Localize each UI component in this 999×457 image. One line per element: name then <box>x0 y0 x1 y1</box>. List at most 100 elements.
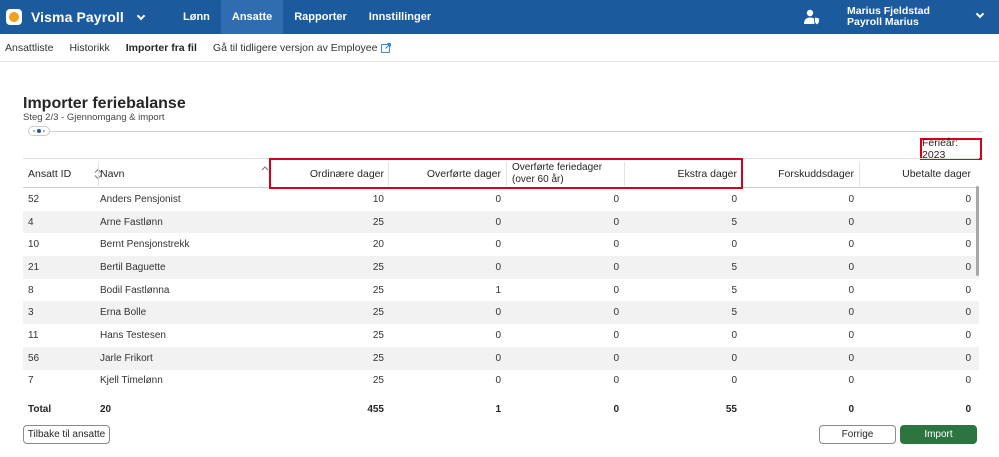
user-shield-icon[interactable] <box>803 8 821 26</box>
table-row: 7 Kjell Timelønn 25 0 0 0 0 0 <box>23 370 979 393</box>
holiday-balance-table: Ansatt ID Navn Ordinære dager Overførte … <box>23 158 979 423</box>
table-cell: 5 <box>731 216 737 228</box>
previous-button[interactable]: Forrige <box>819 425 896 444</box>
app-switcher[interactable]: Visma Payroll <box>6 6 146 28</box>
table-cell: 0 <box>965 261 971 273</box>
subnav-item-ansattliste[interactable]: Ansattliste <box>5 42 53 54</box>
chevron-down-icon[interactable] <box>975 9 985 19</box>
table-cell: 0 <box>965 193 971 205</box>
nav-item-ansatte[interactable]: Ansatte <box>220 0 284 34</box>
column-header-navn[interactable]: Navn <box>100 159 250 189</box>
table-cell: 0 <box>848 329 854 341</box>
main-nav: Lønn Ansatte Rapporter Innstillinger <box>172 0 442 34</box>
table-cell: 0 <box>848 239 854 251</box>
top-bar: Visma Payroll Lønn Ansatte Rapporter Inn… <box>0 0 999 34</box>
table-cell: 25 <box>372 284 384 296</box>
table-header: Ansatt ID Navn Ordinære dager Overførte … <box>23 158 979 188</box>
column-header-overforte-dager: Overførte dager <box>426 168 501 180</box>
nav-item-innstillinger[interactable]: Innstillinger <box>358 0 442 34</box>
table-cell: 0 <box>848 284 854 296</box>
table-cell: 0 <box>495 261 501 273</box>
table-cell: 0 <box>613 193 619 205</box>
total-cell: 0 <box>848 403 854 415</box>
total-cell: 55 <box>725 403 737 415</box>
table-row: 3 Erna Bolle 25 0 0 5 0 0 <box>23 301 979 325</box>
table-cell: Arne Fastlønn <box>100 216 163 228</box>
table-cell: 25 <box>372 352 384 364</box>
table-cell: 56 <box>28 352 40 364</box>
total-cell: Total <box>28 403 52 415</box>
table-cell: Anders Pensjonist <box>100 193 181 205</box>
table-cell: 0 <box>731 239 737 251</box>
table-cell: 0 <box>965 216 971 228</box>
column-header-ekstra-dager: Ekstra dager <box>677 168 737 180</box>
step-progress-dots <box>28 126 50 136</box>
table-cell: Erna Bolle <box>100 307 147 319</box>
table-cell: 0 <box>495 307 501 319</box>
table-cell: 0 <box>731 352 737 364</box>
table-cell: 0 <box>965 239 971 251</box>
sort-ascending-icon[interactable] <box>261 165 269 177</box>
subnav-item-previous-version-label: Gå til tidligere versjon av Employee <box>212 41 378 54</box>
table-row: 10 Bernt Pensjonstrekk 20 0 0 0 0 0 <box>23 233 979 256</box>
table-cell: Hans Testesen <box>100 329 166 341</box>
back-to-employees-button[interactable]: Tilbake til ansatte <box>23 425 110 444</box>
total-cell: 20 <box>100 403 112 415</box>
table-total-row: Total 20 455 1 0 55 0 0 <box>23 395 979 423</box>
table-cell: 0 <box>613 216 619 228</box>
visma-logo-icon <box>6 9 22 25</box>
chevron-down-icon <box>136 11 146 20</box>
table-cell: 7 <box>28 375 34 387</box>
table-cell: Kjell Timelønn <box>100 375 163 387</box>
total-cell: 455 <box>367 403 384 415</box>
subnav-item-previous-version[interactable]: Gå til tidligere versjon av Employee <box>213 42 392 54</box>
company-name: Payroll Marius <box>847 16 919 28</box>
table-cell: 8 <box>28 284 34 296</box>
table-cell: 1 <box>495 284 501 296</box>
table-cell: 0 <box>848 216 854 228</box>
table-row: 8 Bodil Fastlønna 25 1 0 5 0 0 <box>23 279 979 302</box>
table-row: 11 Hans Testesen 25 0 0 0 0 0 <box>23 324 979 347</box>
table-cell: 10 <box>372 193 384 205</box>
table-cell: 0 <box>848 193 854 205</box>
table-cell: 10 <box>28 239 40 251</box>
table-cell: Jarle Frikort <box>100 352 153 364</box>
table-scrollbar[interactable] <box>976 186 979 276</box>
table-cell: 0 <box>495 216 501 228</box>
table-cell: 0 <box>613 329 619 341</box>
table-row: 56 Jarle Frikort 25 0 0 0 0 0 <box>23 346 979 370</box>
table-cell: 0 <box>731 193 737 205</box>
step-progress-line <box>28 131 982 132</box>
table-cell: 25 <box>372 261 384 273</box>
table-cell: 0 <box>613 307 619 319</box>
column-header-ordinaere-dager: Ordinære dager <box>309 168 384 180</box>
table-cell: 0 <box>613 239 619 251</box>
user-menu[interactable]: Marius Fjeldstad Payroll Marius <box>847 6 930 28</box>
column-header-ansatt-id[interactable]: Ansatt ID <box>28 159 88 189</box>
nav-item-rapporter[interactable]: Rapporter <box>283 0 358 34</box>
table-cell: 0 <box>848 307 854 319</box>
table-cell: 0 <box>613 352 619 364</box>
table-cell: Bertil Baguette <box>100 261 166 273</box>
table-cell: 0 <box>965 329 971 341</box>
nav-item-lonn[interactable]: Lønn <box>172 0 221 34</box>
table-cell: 0 <box>965 375 971 387</box>
table-cell: 0 <box>731 329 737 341</box>
subnav-item-historikk[interactable]: Historikk <box>69 42 109 54</box>
sub-nav: Ansattliste Historikk Importer fra fil G… <box>0 34 999 62</box>
table-cell: 20 <box>372 239 384 251</box>
total-cell: 0 <box>965 403 971 415</box>
subnav-item-importer-fra-fil[interactable]: Importer fra fil <box>126 42 197 54</box>
external-link-icon <box>381 42 392 53</box>
table-cell: 0 <box>848 352 854 364</box>
import-button[interactable]: Import <box>900 425 977 444</box>
table-cell: 21 <box>28 261 40 273</box>
table-cell: Bodil Fastlønna <box>100 284 170 296</box>
app-name: Visma Payroll <box>31 9 124 25</box>
table-cell: 0 <box>965 307 971 319</box>
total-cell: 1 <box>495 403 501 415</box>
table-cell: 4 <box>28 216 34 228</box>
table-cell: 0 <box>495 329 501 341</box>
table-cell: 3 <box>28 307 34 319</box>
table-cell: 11 <box>28 329 39 341</box>
